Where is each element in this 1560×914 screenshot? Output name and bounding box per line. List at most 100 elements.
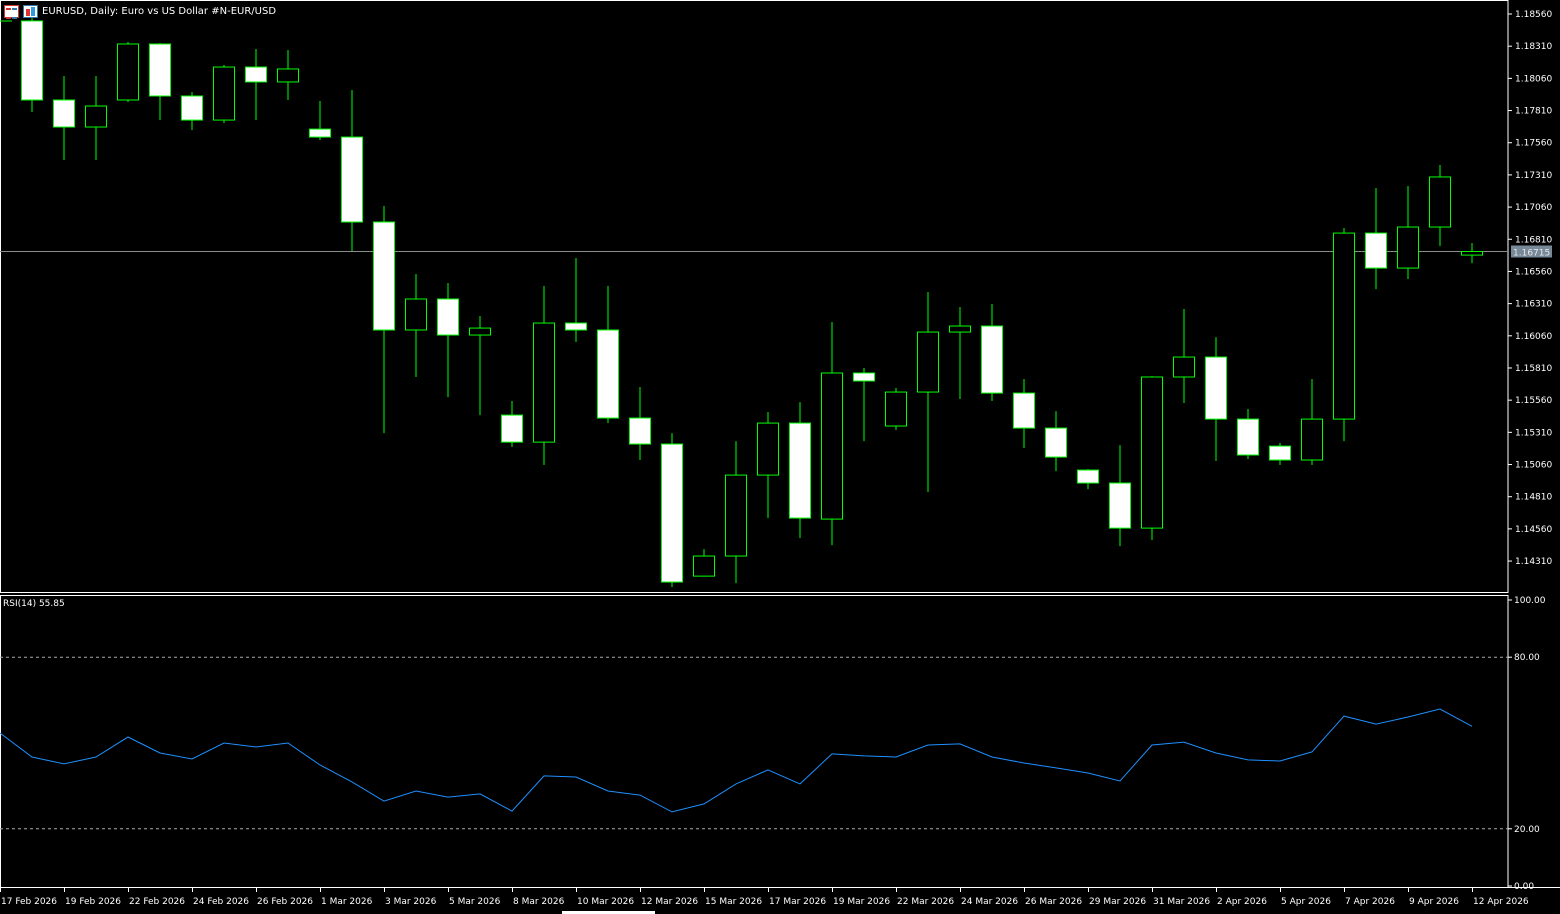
rsi-indicator-label: RSI(14) 55.85 [3, 599, 65, 609]
price-axis-label: 1.14810 [1515, 493, 1552, 503]
bull-candle[interactable] [1430, 177, 1451, 227]
market-watch-icon[interactable] [4, 5, 19, 18]
bull-candle[interactable] [214, 67, 235, 120]
date-axis-label: 19 Feb 2026 [65, 897, 121, 907]
bull-candle[interactable] [918, 332, 939, 392]
chart-title: EURUSD, Daily: Euro vs US Dollar #N-EUR/… [42, 6, 276, 17]
date-axis-label: 19 Mar 2026 [833, 897, 890, 907]
bull-candle[interactable] [278, 69, 299, 82]
date-axis-label: 26 Mar 2026 [1025, 897, 1082, 907]
bull-candle[interactable] [1302, 419, 1323, 460]
bear-candle[interactable] [438, 299, 459, 335]
chart-type-icon[interactable] [23, 5, 38, 18]
bear-candle[interactable] [1046, 428, 1067, 457]
price-axis-label: 1.15810 [1515, 364, 1552, 374]
bear-candle[interactable] [1238, 419, 1259, 455]
bear-candle[interactable] [854, 373, 875, 381]
chart-header: EURUSD, Daily: Euro vs US Dollar #N-EUR/… [4, 4, 276, 18]
bear-candle[interactable] [150, 44, 171, 96]
bull-candle[interactable] [822, 373, 843, 519]
bear-candle[interactable] [1206, 357, 1227, 419]
bear-candle[interactable] [566, 323, 587, 330]
date-axis-label: 24 Feb 2026 [193, 897, 249, 907]
date-axis-label: 22 Mar 2026 [897, 897, 954, 907]
bull-candle[interactable] [726, 475, 747, 556]
price-axis-label: 1.16060 [1515, 332, 1552, 342]
date-axis-label: 29 Mar 2026 [1089, 897, 1146, 907]
bull-candle[interactable] [694, 556, 715, 576]
date-axis-label: 2 Apr 2026 [1217, 897, 1267, 907]
date-axis-label: 5 Apr 2026 [1281, 897, 1331, 907]
bear-candle[interactable] [502, 415, 523, 442]
price-axis-label: 1.17560 [1515, 139, 1552, 149]
bear-candle[interactable] [374, 222, 395, 330]
price-axis-label: 1.18560 [1515, 10, 1552, 20]
rsi-panel-frame [1, 596, 1509, 888]
price-axis-label: 1.16310 [1515, 300, 1552, 310]
price-axis-label: 1.17810 [1515, 107, 1552, 117]
bull-candle[interactable] [86, 106, 107, 127]
rsi-axis-label: 0.00 [1514, 882, 1534, 892]
chart-canvas[interactable]: 1.18560 1.18310 1.18060 1.17810 1.17560 1.173… [0, 0, 1560, 914]
date-axis-label: 15 Mar 2026 [705, 897, 762, 907]
bull-candle[interactable] [1462, 251, 1483, 255]
bull-candle[interactable] [886, 392, 907, 426]
price-axis-label: 1.16560 [1515, 267, 1552, 277]
date-axis-label: 3 Mar 2026 [385, 897, 437, 907]
bull-candle[interactable] [1174, 357, 1195, 377]
bear-candle[interactable] [22, 21, 43, 100]
price-axis-label: 1.16810 [1515, 235, 1552, 245]
rsi-axis-label: 100.00 [1514, 596, 1546, 606]
date-axis-label: 1 Mar 2026 [321, 897, 373, 907]
date-axis-label: 24 Mar 2026 [961, 897, 1018, 907]
bear-candle[interactable] [1110, 483, 1131, 528]
date-axis-label: 10 Mar 2026 [577, 897, 634, 907]
bear-candle[interactable] [1366, 233, 1387, 268]
date-axis-label: 9 Apr 2026 [1409, 897, 1459, 907]
price-axis-label: 1.15060 [1515, 461, 1552, 471]
bull-candle[interactable] [1398, 227, 1419, 268]
bear-candle[interactable] [246, 67, 267, 82]
date-axis-label: 26 Feb 2026 [257, 897, 313, 907]
bear-candle[interactable] [182, 96, 203, 120]
date-axis-label: 12 Apr 2026 [1473, 897, 1529, 907]
bull-candle[interactable] [1142, 377, 1163, 528]
price-axis-label: 1.18060 [1515, 74, 1552, 84]
bull-candle[interactable] [950, 326, 971, 332]
date-axis-label: 7 Apr 2026 [1345, 897, 1395, 907]
bear-candle[interactable] [790, 423, 811, 518]
current-price-label: 1.16715 [1513, 248, 1550, 258]
date-axis-label: 17 Mar 2026 [769, 897, 826, 907]
price-axis-label: 1.18310 [1515, 42, 1552, 52]
bear-candle[interactable] [342, 137, 363, 222]
bull-candle[interactable] [118, 44, 139, 100]
date-axis-label: 12 Mar 2026 [641, 897, 698, 907]
price-axis-label: 1.15560 [1515, 396, 1552, 406]
bear-candle[interactable] [598, 330, 619, 418]
price-axis-label: 1.15310 [1515, 428, 1552, 438]
bear-candle[interactable] [1078, 470, 1099, 483]
bear-candle[interactable] [630, 418, 651, 444]
price-axis-label: 1.17060 [1515, 203, 1552, 213]
bull-candle[interactable] [534, 323, 555, 442]
bear-candle[interactable] [1270, 446, 1291, 460]
price-axis-label: 1.14310 [1515, 557, 1552, 567]
bear-candle[interactable] [662, 444, 683, 582]
bear-candle[interactable] [982, 326, 1003, 393]
rsi-axis-label: 80.00 [1514, 653, 1540, 663]
bear-candle[interactable] [310, 129, 331, 137]
bull-candle[interactable] [470, 328, 491, 335]
bull-candle[interactable] [758, 423, 779, 475]
date-axis-label: 8 Mar 2026 [513, 897, 565, 907]
price-axis-label: 1.17310 [1515, 171, 1552, 181]
rsi-axis-label: 20.00 [1514, 825, 1540, 835]
price-axis-label: 1.14560 [1515, 525, 1552, 535]
bull-candle[interactable] [1334, 233, 1355, 419]
bull-candle[interactable] [406, 299, 427, 330]
date-axis-label: 5 Mar 2026 [449, 897, 501, 907]
bear-candle[interactable] [54, 100, 75, 127]
rsi-line [0, 709, 1472, 812]
date-axis-label: 17 Feb 2026 [1, 897, 57, 907]
date-axis-label: 22 Feb 2026 [129, 897, 185, 907]
bear-candle[interactable] [1014, 393, 1035, 428]
